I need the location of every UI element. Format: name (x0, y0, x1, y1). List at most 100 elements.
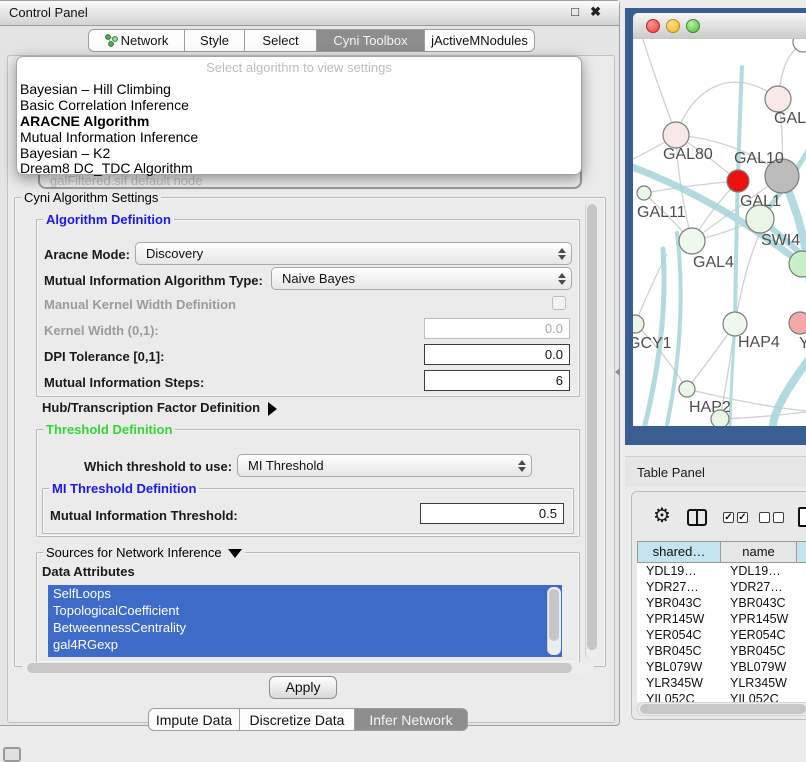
birdseye-button[interactable] (3, 747, 21, 762)
close-window-icon[interactable]: ✖ (590, 4, 601, 20)
table-horizontal-scrollbar[interactable] (637, 702, 806, 716)
table-header-row: shared… name A (637, 541, 806, 563)
tab-infer-network-label: Infer Network (369, 712, 452, 728)
dpi-tolerance-field[interactable]: 0.0 (424, 344, 570, 365)
tab-network-label: Network (121, 33, 169, 48)
table-cell: YIL052C (637, 691, 721, 702)
tab-infer-network[interactable]: Infer Network (355, 708, 468, 731)
aracne-mode-combo[interactable]: Discovery (135, 242, 572, 265)
table-row[interactable]: YBR043CYBR043C (637, 595, 806, 611)
table-row[interactable]: YDL19…YDL19…13 (637, 563, 806, 579)
scrollbar-thumb[interactable] (549, 589, 559, 641)
close-traffic-light-icon[interactable] (646, 19, 660, 33)
tab-network[interactable]: Network (88, 29, 185, 52)
table-row[interactable]: YBL079WYBL079W (637, 659, 806, 675)
sources-title-label: Sources for Network Inference (46, 545, 222, 560)
table-row[interactable]: YLR345WYLR345W9. (637, 675, 806, 691)
kernel-width-label: Kernel Width (0,1): (44, 323, 159, 338)
network-node[interactable] (711, 410, 729, 426)
cyni-bottom-tabbar: Impute Data Discretize Data Infer Networ… (0, 708, 619, 732)
float-window-icon[interactable]: □ (571, 4, 579, 19)
table-row[interactable]: YER054CYER054C8. (637, 627, 806, 643)
tab-style[interactable]: Style (185, 29, 245, 52)
desktop: Control Panel □ ✖ Network Style Select C… (0, 0, 806, 762)
table-cell: YDR27… (637, 579, 721, 595)
mi-type-combo[interactable]: Naive Bayes (271, 267, 572, 290)
scrollbar-thumb[interactable] (27, 663, 572, 673)
hub-definition-label: Hub/Transcription Factor Definition (42, 400, 260, 415)
mi-type-value: Naive Bayes (282, 271, 355, 286)
table-row[interactable]: YDR27…YDR27…12 (637, 579, 806, 595)
table-cell: YER054C (721, 627, 797, 643)
network-edge (735, 233, 760, 324)
apply-button[interactable]: Apply (269, 676, 337, 699)
gear-icon[interactable]: ⚙ (653, 506, 671, 526)
network-node[interactable] (679, 381, 695, 397)
network-node[interactable] (633, 315, 644, 333)
tab-discretize-data[interactable]: Discretize Data (240, 708, 355, 731)
table-panel-header[interactable]: Table Panel (625, 456, 806, 487)
network-window-titlebar[interactable] (633, 13, 806, 40)
export-table-icon[interactable] (798, 507, 806, 527)
kernel-width-field[interactable]: 0.0 (424, 318, 570, 339)
data-attributes-list[interactable]: SelfLoops TopologicalCoefficient Between… (48, 585, 562, 657)
mi-threshold-field[interactable]: 0.5 (420, 503, 564, 524)
algorithm-dropdown: Select algorithm to view settings Bayesi… (16, 56, 582, 175)
scrollbar-thumb[interactable] (587, 204, 597, 650)
control-panel-titlebar[interactable]: Control Panel □ ✖ (0, 1, 619, 26)
list-item[interactable]: SelfLoops (48, 585, 562, 602)
tab-jactivemnodules[interactable]: jActiveMNodules (425, 29, 535, 52)
table-row[interactable]: YIL052CYIL052C9. (637, 691, 806, 702)
settings-horizontal-scrollbar[interactable] (22, 662, 594, 674)
minimize-traffic-light-icon[interactable] (666, 19, 680, 33)
list-vertical-scrollbar[interactable] (547, 587, 561, 655)
dropdown-item[interactable]: Bayesian – Hill Climbing (20, 82, 570, 97)
manual-kernel-checkbox[interactable] (552, 296, 566, 310)
network-node[interactable] (765, 86, 791, 112)
network-node[interactable] (723, 312, 747, 336)
network-node[interactable] (663, 122, 689, 148)
tab-select[interactable]: Select (245, 29, 317, 52)
column-header-shared[interactable]: shared… (637, 541, 721, 563)
select-all-checkbox-icon[interactable] (723, 512, 734, 523)
network-node[interactable] (789, 312, 806, 334)
splitter-collapse-icon[interactable] (615, 368, 620, 376)
dropdown-item[interactable]: Basic Correlation Inference (20, 98, 570, 113)
dropdown-item-selected[interactable]: ARACNE Algorithm (20, 114, 570, 129)
table-toolbar: ⚙ (632, 500, 806, 534)
hub-definition-toggle[interactable]: Hub/Transcription Factor Definition (42, 400, 277, 416)
table-row[interactable]: YBR045CYBR045C9. (637, 643, 806, 659)
select-all-checkbox-icon[interactable] (737, 512, 748, 523)
tab-impute-data-label: Impute Data (156, 712, 232, 728)
scrollbar-thumb[interactable] (640, 704, 806, 714)
network-node[interactable] (727, 170, 749, 192)
dropdown-item[interactable]: Mutual Information Inference (20, 130, 570, 145)
network-canvas[interactable]: GALGAL80GAL10GAL11GAL1GAL4SWI4GCY1HAP4YH… (633, 39, 806, 426)
tab-impute-data[interactable]: Impute Data (148, 708, 240, 731)
columns-icon[interactable] (687, 509, 707, 526)
network-view-window: GALGAL80GAL10GAL11GAL1GAL4SWI4GCY1HAP4YH… (625, 8, 806, 445)
zoom-traffic-light-icon[interactable] (686, 19, 700, 33)
which-threshold-combo[interactable]: MI Threshold (237, 454, 532, 477)
network-node[interactable] (637, 186, 651, 200)
network-node[interactable] (679, 228, 705, 254)
network-node-label: HAP4 (738, 334, 780, 351)
settings-vertical-scrollbar[interactable] (585, 201, 599, 659)
network-node-label: GAL80 (663, 146, 713, 163)
dropdown-item[interactable]: Bayesian – K2 (20, 146, 570, 161)
table-cell: YPR145W (637, 611, 721, 627)
dropdown-item[interactable]: Dream8 DC_TDC Algorithm (20, 161, 570, 176)
tab-cyni-toolbox[interactable]: Cyni Toolbox (317, 29, 425, 52)
column-header-partial[interactable]: A (796, 541, 806, 563)
table-row[interactable]: YPR145WYPR145W9. (637, 611, 806, 627)
mi-steps-field[interactable]: 6 (424, 370, 570, 391)
tab-discretize-data-label: Discretize Data (250, 712, 345, 728)
deselect-all-checkbox-icon[interactable] (773, 512, 784, 523)
list-item[interactable]: gal4RGexp (48, 636, 562, 653)
control-panel-tabbar: Network Style Select Cyni Toolbox jActiv… (0, 29, 619, 54)
column-header-name[interactable]: name (720, 541, 797, 563)
sources-title[interactable]: Sources for Network Inference (43, 545, 245, 560)
list-item[interactable]: BetweennessCentrality (48, 619, 562, 636)
deselect-all-checkbox-icon[interactable] (759, 512, 770, 523)
list-item[interactable]: TopologicalCoefficient (48, 602, 562, 619)
